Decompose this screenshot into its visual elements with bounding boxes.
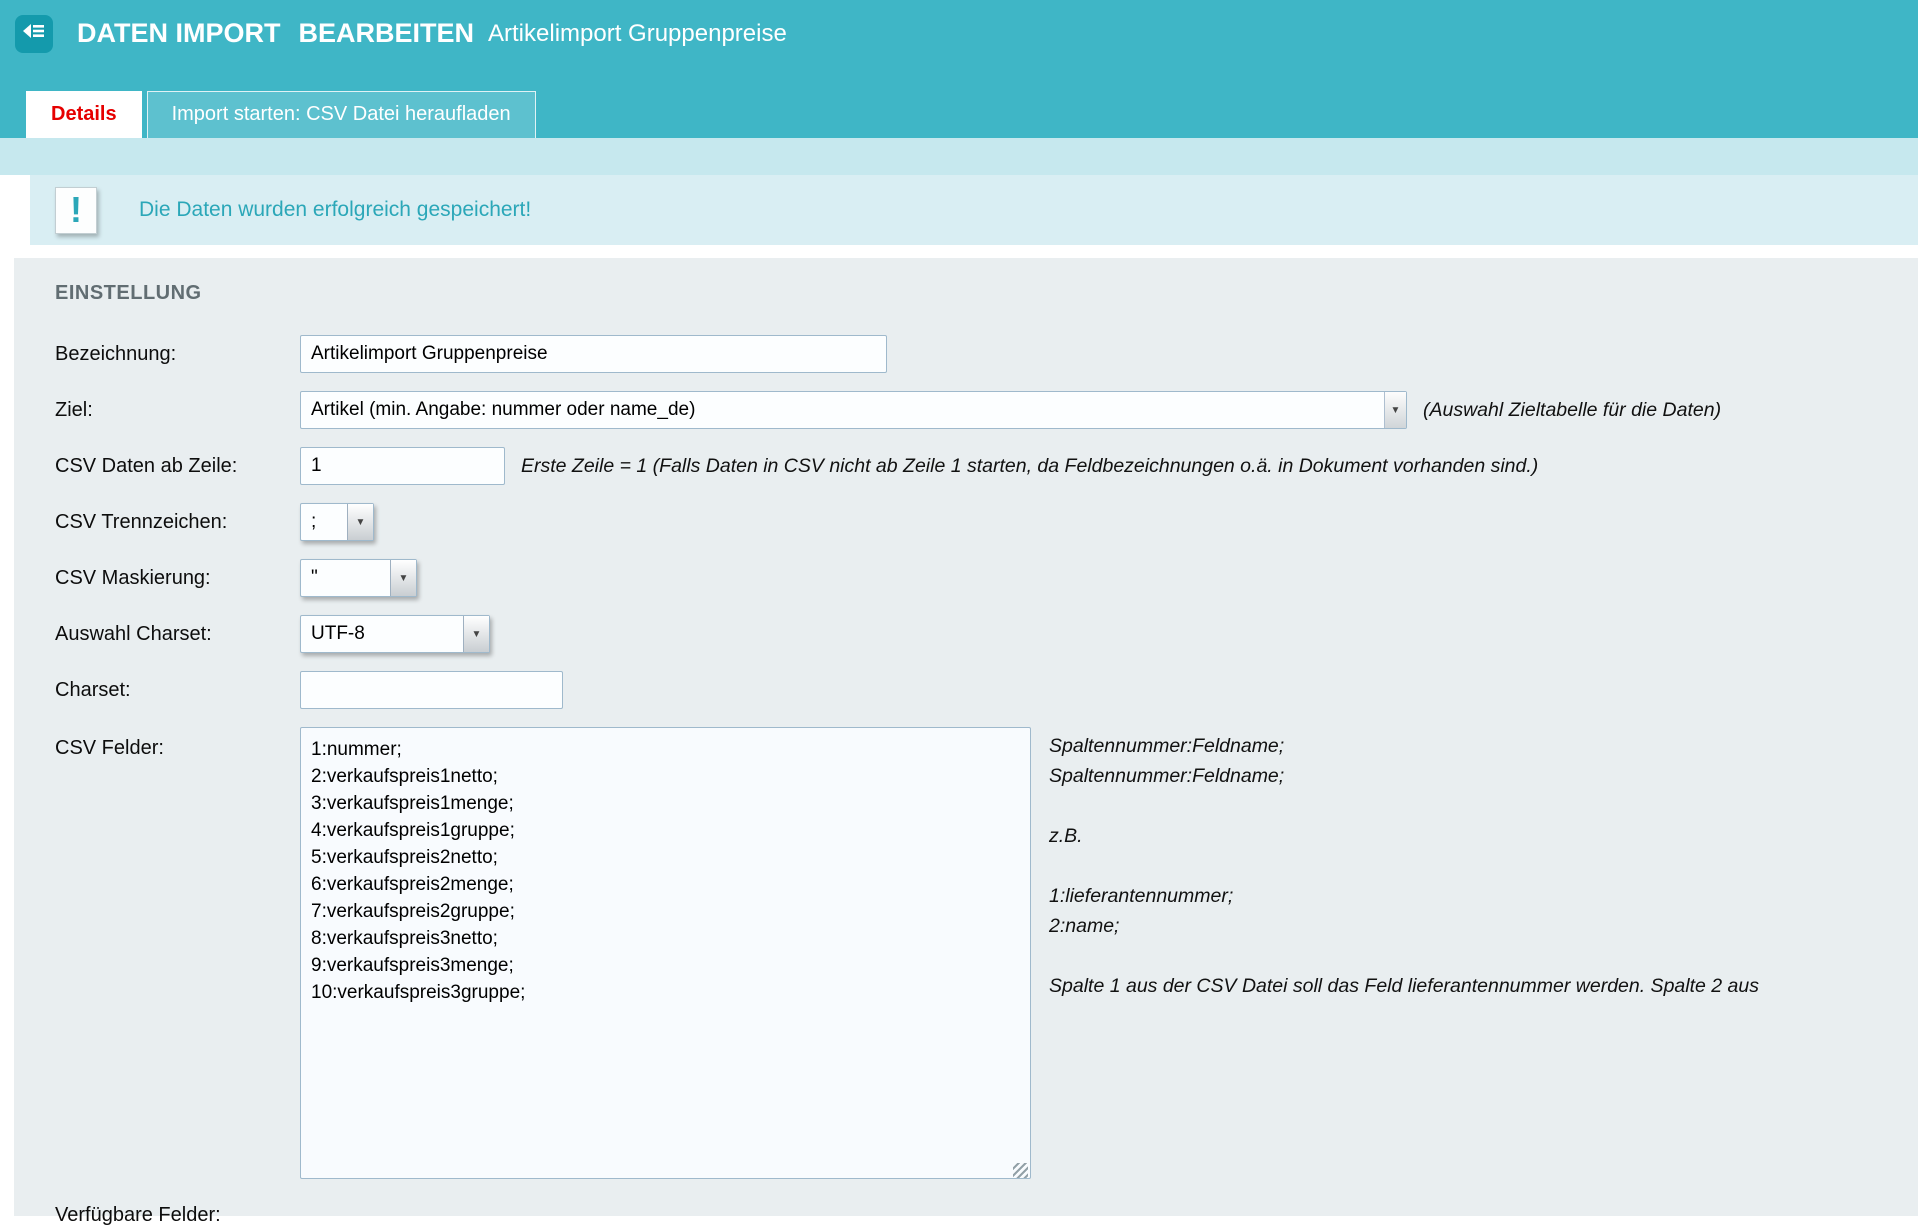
trennzeichen-select[interactable]: ;	[300, 503, 374, 541]
csv-felder-textarea[interactable]: 1:nummer; 2:verkaufspreis1netto; 3:verka…	[300, 727, 1031, 1179]
page-mode: BEARBEITEN	[299, 18, 475, 49]
bezeichnung-row: Bezeichnung:	[55, 335, 1918, 373]
auswahl-charset-select[interactable]: UTF-8	[300, 615, 490, 653]
csv-start-row: CSV Daten ab Zeile: Erste Zeile = 1 (Fal…	[55, 447, 1918, 485]
chevron-down-icon	[1384, 392, 1406, 428]
csv-felder-label: CSV Felder:	[55, 727, 300, 760]
bezeichnung-input[interactable]	[300, 335, 887, 373]
page-title: DATEN IMPORT	[77, 18, 281, 49]
csv-felder-help: Spaltennummer:Feldname; Spaltennummer:Fe…	[1049, 727, 1759, 1001]
success-message: ! Die Daten wurden erfolgreich gespeiche…	[30, 175, 1918, 245]
ziel-select[interactable]: Artikel (min. Angabe: nummer oder name_d…	[300, 391, 1407, 429]
ziel-note: (Auswahl Zieltabelle für die Daten)	[1423, 399, 1721, 422]
maskierung-label: CSV Maskierung:	[55, 567, 300, 590]
csv-felder-textarea-wrap: 1:nummer; 2:verkaufspreis1netto; 3:verka…	[300, 727, 1031, 1184]
chevron-down-icon	[463, 616, 489, 652]
ziel-select-value: Artikel (min. Angabe: nummer oder name_d…	[301, 392, 1384, 428]
settings-panel: EINSTELLUNG Bezeichnung: Ziel: Artikel (…	[14, 258, 1918, 1216]
header-strip	[0, 138, 1918, 175]
app-header: DATEN IMPORT BEARBEITEN Artikelimport Gr…	[0, 0, 1918, 67]
charset-input[interactable]	[300, 671, 563, 709]
back-menu-icon	[22, 19, 46, 48]
record-title: Artikelimport Gruppenpreise	[488, 20, 787, 48]
trennzeichen-label: CSV Trennzeichen:	[55, 511, 300, 534]
chevron-down-icon	[347, 504, 373, 540]
auswahl-charset-label: Auswahl Charset:	[55, 623, 300, 646]
csv-start-note: Erste Zeile = 1 (Falls Daten in CSV nich…	[521, 455, 1538, 478]
maskierung-row: CSV Maskierung: "	[55, 559, 1918, 597]
success-message-text: Die Daten wurden erfolgreich gespeichert…	[139, 198, 531, 222]
tab-details[interactable]: Details	[26, 91, 142, 138]
charset-label: Charset:	[55, 679, 300, 702]
auswahl-charset-select-value: UTF-8	[301, 616, 463, 652]
auswahl-charset-row: Auswahl Charset: UTF-8	[55, 615, 1918, 653]
back-button[interactable]	[15, 15, 53, 53]
charset-row: Charset:	[55, 671, 1918, 709]
maskierung-select[interactable]: "	[300, 559, 417, 597]
csv-start-label: CSV Daten ab Zeile:	[55, 455, 300, 478]
ziel-label: Ziel:	[55, 399, 300, 422]
trennzeichen-row: CSV Trennzeichen: ;	[55, 503, 1918, 541]
trennzeichen-select-value: ;	[301, 504, 347, 540]
tab-import-start[interactable]: Import starten: CSV Datei heraufladen	[147, 91, 536, 138]
csv-start-input[interactable]	[300, 447, 505, 485]
section-heading: EINSTELLUNG	[55, 282, 1918, 305]
ziel-row: Ziel: Artikel (min. Angabe: nummer oder …	[55, 391, 1918, 429]
maskierung-select-value: "	[301, 560, 390, 596]
bezeichnung-label: Bezeichnung:	[55, 343, 300, 366]
chevron-down-icon	[390, 560, 416, 596]
tab-bar: Details Import starten: CSV Datei herauf…	[0, 67, 1918, 138]
resize-handle[interactable]	[1013, 1163, 1028, 1178]
exclamation-icon: !	[55, 187, 97, 234]
csv-felder-row: CSV Felder: 1:nummer; 2:verkaufspreis1ne…	[55, 727, 1918, 1184]
